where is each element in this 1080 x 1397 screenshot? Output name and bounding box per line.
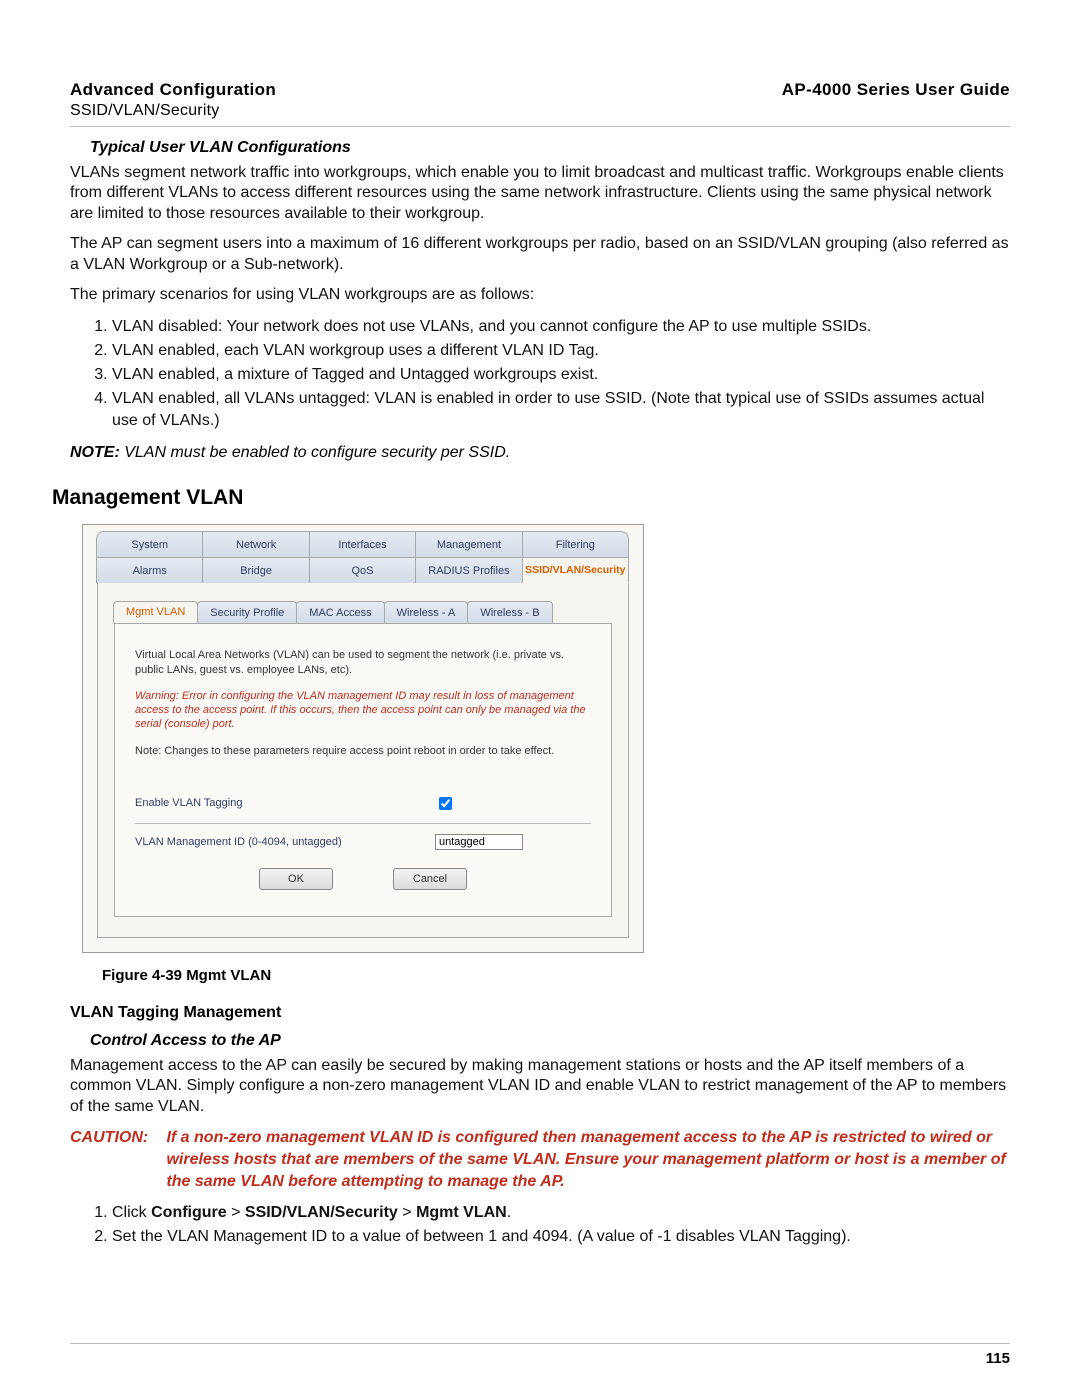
caution-block: CAUTION: If a non-zero management VLAN I… xyxy=(70,1127,1010,1192)
note: NOTE: VLAN must be enabled to configure … xyxy=(70,444,1010,462)
figure-mgmt-vlan: System Network Interfaces Management Fil… xyxy=(82,524,644,953)
page-footer: 115 xyxy=(70,1343,1010,1367)
paragraph: The primary scenarios for using VLAN wor… xyxy=(70,285,1010,305)
main-tab-row-2: Alarms Bridge QoS RADIUS Profiles SSID/V… xyxy=(97,557,629,583)
list-item: VLAN disabled: Your network does not use… xyxy=(112,316,1010,338)
subtab-mac-access[interactable]: MAC Access xyxy=(296,601,384,623)
panel-intro: Virtual Local Area Networks (VLAN) can b… xyxy=(135,648,591,677)
figure-caption: Figure 4-39 Mgmt VLAN xyxy=(102,967,1010,984)
tab-alarms[interactable]: Alarms xyxy=(96,557,203,583)
tab-interfaces[interactable]: Interfaces xyxy=(309,531,416,557)
list-item: VLAN enabled, a mixture of Tagged and Un… xyxy=(112,364,1010,386)
step-bold: Mgmt VLAN xyxy=(416,1204,507,1221)
step-text: > xyxy=(227,1204,245,1221)
paragraph: VLANs segment network traffic into workg… xyxy=(70,163,1010,224)
ordered-list: VLAN disabled: Your network does not use… xyxy=(70,316,1010,432)
subtab-mgmt-vlan[interactable]: Mgmt VLAN xyxy=(113,601,198,623)
step-text: . xyxy=(507,1204,511,1221)
tab-bridge[interactable]: Bridge xyxy=(202,557,309,583)
header-right: AP-4000 Series User Guide xyxy=(782,80,1010,100)
input-vlan-mgmt-id[interactable] xyxy=(435,834,523,850)
subtab-row: Mgmt VLAN Security Profile MAC Access Wi… xyxy=(114,601,612,623)
ok-button[interactable]: OK xyxy=(259,868,333,890)
subtab-panel: Virtual Local Area Networks (VLAN) can b… xyxy=(114,623,612,917)
tab-radius[interactable]: RADIUS Profiles xyxy=(415,557,522,583)
label-enable-vlan: Enable VLAN Tagging xyxy=(135,797,435,809)
panel-warning: Warning: Error in configuring the VLAN m… xyxy=(135,689,591,732)
tab-network[interactable]: Network xyxy=(202,531,309,557)
tab-panel: Mgmt VLAN Security Profile MAC Access Wi… xyxy=(97,583,629,938)
list-item: Click Configure > SSID/VLAN/Security > M… xyxy=(112,1202,1010,1224)
header-divider xyxy=(70,126,1010,127)
cancel-button[interactable]: Cancel xyxy=(393,868,467,890)
step-text: Click xyxy=(112,1204,151,1221)
paragraph: The AP can segment users into a maximum … xyxy=(70,234,1010,275)
caution-label: CAUTION: xyxy=(70,1127,162,1149)
form-divider xyxy=(135,823,591,824)
page-number: 115 xyxy=(70,1350,1010,1367)
label-vlan-mgmt-id: VLAN Management ID (0-4094, untagged) xyxy=(135,836,435,848)
step-bold: Configure xyxy=(151,1204,227,1221)
header-subtitle: SSID/VLAN/Security xyxy=(70,102,1010,120)
tab-ssid-vlan-security[interactable]: SSID/VLAN/Security xyxy=(522,557,629,583)
header-left: Advanced Configuration xyxy=(70,80,276,100)
row-enable-vlan-tagging: Enable VLAN Tagging xyxy=(135,794,591,813)
subtab-wireless-a[interactable]: Wireless - A xyxy=(384,601,469,623)
step-text: > xyxy=(398,1204,416,1221)
paragraph: Management access to the AP can easily b… xyxy=(70,1056,1010,1117)
subsection-heading-typical: Typical User VLAN Configurations xyxy=(90,139,1010,157)
note-label: NOTE: xyxy=(70,444,120,461)
steps-list: Click Configure > SSID/VLAN/Security > M… xyxy=(70,1202,1010,1248)
subtab-security-profile[interactable]: Security Profile xyxy=(197,601,297,623)
checkbox-enable-vlan[interactable] xyxy=(439,797,452,810)
note-text: VLAN must be enabled to configure securi… xyxy=(124,444,510,461)
heading-management-vlan: Management VLAN xyxy=(52,486,1010,510)
tab-system[interactable]: System xyxy=(96,531,203,557)
row-vlan-mgmt-id: VLAN Management ID (0-4094, untagged) xyxy=(135,834,591,850)
tab-qos[interactable]: QoS xyxy=(309,557,416,583)
tab-management[interactable]: Management xyxy=(415,531,522,557)
list-item: Set the VLAN Management ID to a value of… xyxy=(112,1226,1010,1248)
list-item: VLAN enabled, all VLANs untagged: VLAN i… xyxy=(112,388,1010,432)
step-bold: SSID/VLAN/Security xyxy=(245,1204,398,1221)
tab-filtering[interactable]: Filtering xyxy=(522,531,629,557)
panel-note: Note: Changes to these parameters requir… xyxy=(135,744,591,758)
subsection-heading-control-access: Control Access to the AP xyxy=(90,1032,1010,1050)
list-item: VLAN enabled, each VLAN workgroup uses a… xyxy=(112,340,1010,362)
main-tab-row-1: System Network Interfaces Management Fil… xyxy=(97,531,629,557)
caution-text: If a non-zero management VLAN ID is conf… xyxy=(166,1127,1006,1192)
heading-vlan-tagging-management: VLAN Tagging Management xyxy=(70,1004,1010,1022)
subtab-wireless-b[interactable]: Wireless - B xyxy=(467,601,552,623)
